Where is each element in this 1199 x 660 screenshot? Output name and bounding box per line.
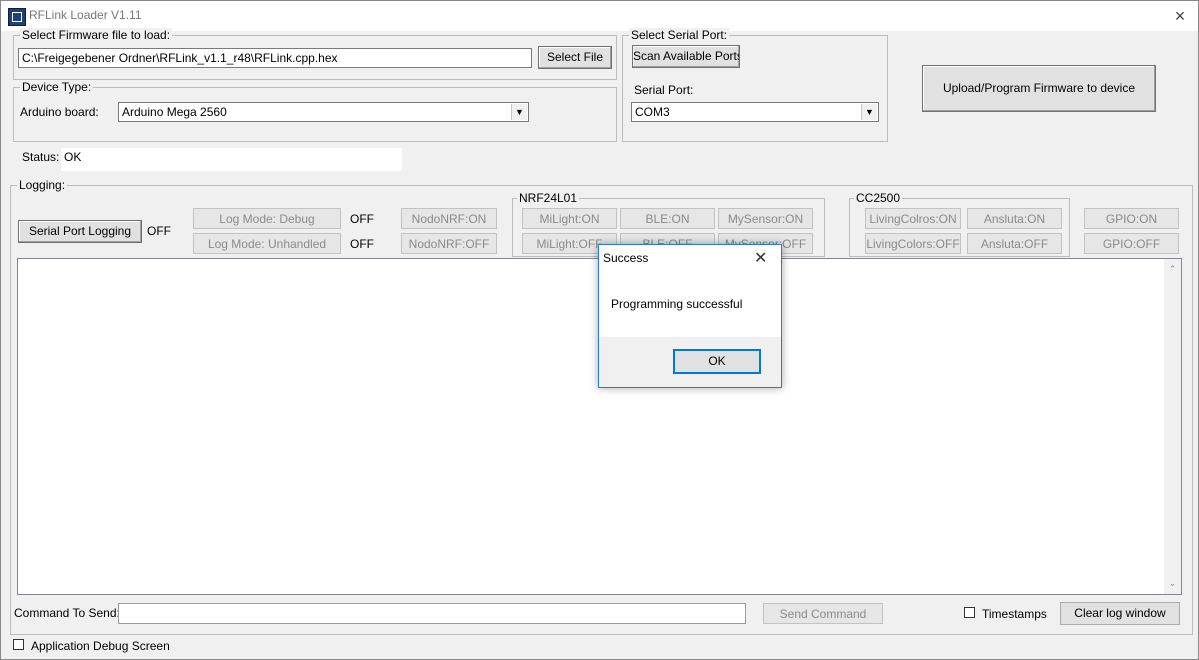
livingcolors-off-button[interactable]: LivingColors:OFF [865, 233, 961, 254]
send-command-button[interactable]: Send Command [763, 603, 883, 624]
command-input[interactable] [118, 603, 746, 624]
gpio-off-button[interactable]: GPIO:OFF [1084, 233, 1179, 254]
serial-port-group: Select Serial Port: Scan Available Ports… [622, 28, 888, 142]
serial-port-legend: Select Serial Port: [629, 28, 730, 42]
log-mode-unhandled-state: OFF [350, 237, 374, 251]
arduino-board-value: Arduino Mega 2560 [122, 105, 227, 119]
device-type-legend: Device Type: [20, 80, 94, 94]
ansluta-off-button[interactable]: Ansluta:OFF [967, 233, 1062, 254]
dialog-footer: OK [599, 337, 781, 387]
serial-port-logging-button[interactable]: Serial Port Logging [18, 220, 142, 243]
status-value: OK [64, 150, 82, 164]
ok-button[interactable]: OK [673, 349, 761, 374]
chevron-down-icon[interactable]: ▼ [861, 104, 877, 120]
log-scrollbar[interactable]: ⌃ ⌄ [1164, 259, 1181, 594]
firmware-group: Select Firmware file to load: C:\Freigeg… [13, 28, 617, 80]
app-icon [8, 8, 26, 26]
scan-ports-button[interactable]: Scan Available Ports [632, 45, 740, 68]
timestamps-checkbox[interactable] [964, 607, 975, 618]
debug-screen-label: Application Debug Screen [31, 639, 170, 653]
dialog-title: Success [603, 251, 649, 265]
timestamps-label: Timestamps [982, 607, 1047, 621]
nodonrf-off-button[interactable]: NodoNRF:OFF [401, 233, 497, 254]
window-close-icon[interactable]: × [1167, 4, 1193, 28]
gpio-on-button[interactable]: GPIO:ON [1084, 208, 1179, 229]
cc2500-legend: CC2500 [854, 191, 903, 205]
success-dialog: Success ✕ Programming successful OK [598, 244, 782, 388]
log-mode-debug-state: OFF [350, 212, 374, 226]
scroll-down-icon[interactable]: ⌄ [1164, 575, 1181, 592]
select-file-button[interactable]: Select File [538, 46, 612, 69]
debug-screen-checkbox[interactable] [13, 639, 24, 650]
serial-port-label: Serial Port: [634, 83, 694, 97]
upload-firmware-button[interactable]: Upload/Program Firmware to device [922, 65, 1156, 112]
clear-log-button[interactable]: Clear log window [1060, 602, 1180, 625]
arduino-board-select[interactable]: Arduino Mega 2560 ▼ [118, 102, 529, 122]
log-mode-unhandled-button[interactable]: Log Mode: Unhandled [193, 233, 341, 254]
serial-port-value: COM3 [635, 105, 670, 119]
log-mode-debug-button[interactable]: Log Mode: Debug [193, 208, 341, 229]
nodonrf-on-button[interactable]: NodoNRF:ON [401, 208, 497, 229]
ansluta-on-button[interactable]: Ansluta:ON [967, 208, 1062, 229]
scroll-up-icon[interactable]: ⌃ [1164, 261, 1181, 278]
firmware-legend: Select Firmware file to load: [20, 28, 173, 42]
status-label: Status: [22, 150, 60, 164]
nrf24l01-legend: NRF24L01 [517, 191, 580, 205]
app-window: RFLink Loader V1.11 × Select Firmware fi… [0, 0, 1199, 660]
title-bar: RFLink Loader V1.11 × [1, 1, 1198, 31]
status-value-box: OK [61, 148, 402, 171]
ble-on-button[interactable]: BLE:ON [620, 208, 715, 229]
chevron-down-icon[interactable]: ▼ [511, 104, 527, 120]
logging-legend: Logging: [17, 178, 68, 192]
firmware-path-input[interactable]: C:\Freigegebener Ordner\RFLink_v1.1_r48\… [18, 48, 532, 68]
dialog-close-icon[interactable]: ✕ [754, 248, 767, 268]
mysensor-on-button[interactable]: MySensor:ON [718, 208, 813, 229]
serial-port-logging-state: OFF [147, 224, 171, 238]
arduino-board-label: Arduino board: [20, 105, 99, 119]
dialog-message: Programming successful [611, 297, 743, 311]
device-type-group: Device Type: Arduino board: Arduino Mega… [13, 80, 617, 142]
livingcolors-on-button[interactable]: LivingColros:ON [865, 208, 961, 229]
milight-on-button[interactable]: MiLight:ON [522, 208, 617, 229]
window-title: RFLink Loader V1.11 [29, 8, 142, 22]
serial-port-select[interactable]: COM3 ▼ [631, 102, 879, 122]
command-label: Command To Send: [14, 606, 120, 620]
